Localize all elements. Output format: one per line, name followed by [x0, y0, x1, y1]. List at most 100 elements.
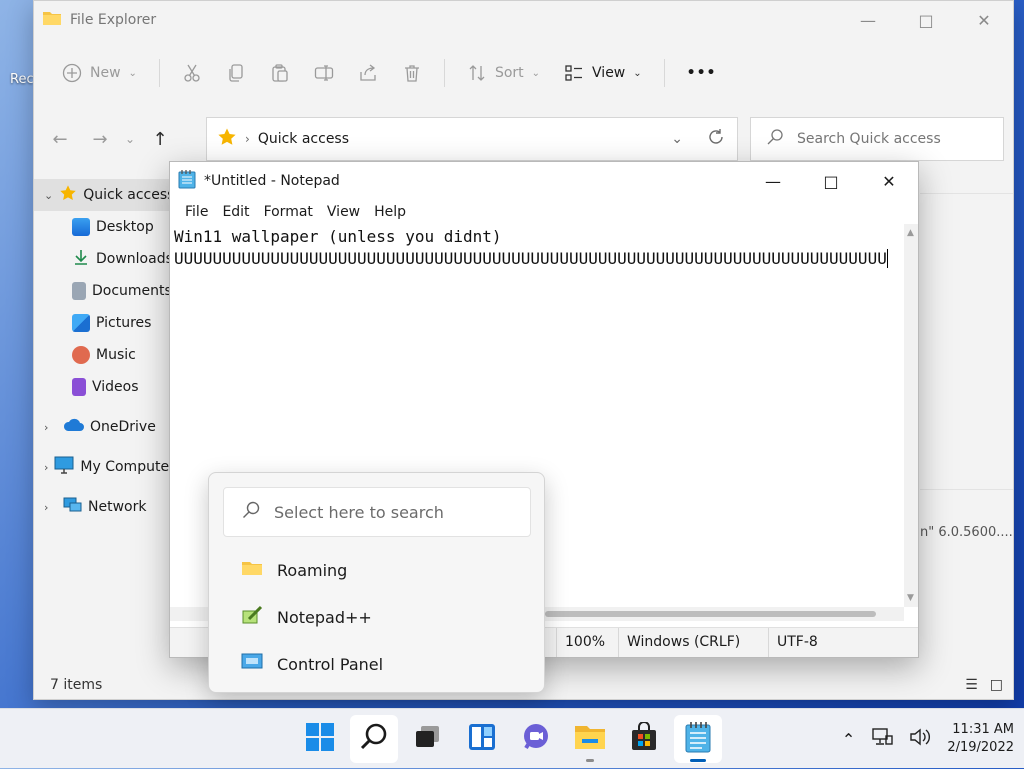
zoom-level: 100% — [556, 628, 618, 657]
new-button[interactable]: New ⌄ — [52, 57, 147, 89]
recent-locations-button[interactable]: ⌄ — [120, 132, 140, 146]
chevron-up-icon[interactable]: ⌃ — [842, 730, 855, 749]
search-quick-access-input[interactable]: Search Quick access — [750, 117, 1004, 161]
search-icon — [242, 501, 260, 523]
details-view-icon[interactable]: ☰ — [965, 677, 978, 693]
copy-button[interactable] — [216, 57, 256, 89]
view-button[interactable]: View ⌄ — [554, 57, 652, 89]
nav-videos[interactable]: Videos — [34, 371, 170, 403]
details-text: n" 6.0.5600.... — [920, 525, 1013, 540]
document-icon — [72, 282, 86, 300]
rename-button[interactable] — [304, 57, 344, 89]
chevron-down-icon[interactable]: ⌄ — [671, 131, 683, 147]
sort-button[interactable]: Sort ⌄ — [457, 57, 550, 89]
trash-icon — [402, 63, 422, 83]
minimize-button[interactable]: — — [839, 1, 897, 39]
task-view-icon — [413, 722, 443, 756]
nav-desktop[interactable]: Desktop — [34, 211, 170, 243]
network-icon — [62, 496, 82, 518]
videos-icon — [72, 378, 86, 396]
desktop-label[interactable]: Rec — [10, 72, 34, 87]
search-icon — [767, 129, 783, 149]
search-button[interactable] — [350, 715, 398, 763]
notepad-taskbar-button[interactable] — [674, 715, 722, 763]
cut-button[interactable] — [172, 57, 212, 89]
volume-icon[interactable] — [909, 727, 931, 751]
notepad-icon — [178, 169, 196, 193]
file-explorer-button[interactable] — [566, 715, 614, 763]
scroll-down-icon[interactable]: ▼ — [907, 593, 914, 603]
maximize-button[interactable]: □ — [802, 162, 860, 200]
maximize-button[interactable]: □ — [897, 1, 955, 39]
store-button[interactable] — [620, 715, 668, 763]
star-icon — [217, 127, 237, 151]
network-status-icon[interactable] — [871, 727, 894, 751]
recent-item-roaming[interactable]: Roaming — [241, 554, 347, 586]
task-view-button[interactable] — [404, 715, 452, 763]
chevron-right-icon[interactable]: › — [44, 461, 48, 474]
taskbar: ⌃ 11:31 AM 2/19/2022 — [0, 708, 1024, 768]
explorer-titlebar[interactable]: File Explorer — □ ✕ — [34, 1, 1013, 39]
scroll-up-icon[interactable]: ▲ — [907, 228, 914, 238]
widgets-button[interactable] — [458, 715, 506, 763]
nav-documents[interactable]: Documents — [34, 275, 172, 307]
refresh-icon[interactable] — [707, 128, 725, 150]
start-button[interactable] — [296, 715, 344, 763]
close-button[interactable]: ✕ — [955, 1, 1013, 39]
chevron-right-icon[interactable]: › — [44, 421, 56, 434]
nav-music[interactable]: Music — [34, 339, 170, 371]
rename-icon — [314, 63, 334, 83]
music-icon — [72, 346, 90, 364]
notepadpp-icon — [241, 605, 263, 629]
menu-help[interactable]: Help — [367, 204, 413, 220]
paste-button[interactable] — [260, 57, 300, 89]
folder-icon — [42, 9, 62, 31]
menu-file[interactable]: File — [178, 204, 215, 220]
download-icon — [72, 248, 90, 270]
copy-icon — [226, 63, 246, 83]
system-tray: ⌃ 11:31 AM 2/19/2022 — [842, 709, 1014, 769]
up-button[interactable]: ↑ — [140, 129, 180, 150]
notepad-icon — [685, 721, 711, 757]
nav-onedrive[interactable]: › OneDrive — [34, 411, 170, 443]
recent-item-notepadpp[interactable]: Notepad++ — [241, 601, 372, 633]
vertical-scrollbar[interactable]: ▲ ▼ — [904, 224, 918, 607]
more-options-button[interactable]: ••• — [677, 59, 727, 87]
share-button[interactable] — [348, 57, 388, 89]
star-icon — [59, 184, 77, 206]
recent-item-control-panel[interactable]: Control Panel — [241, 648, 383, 680]
chat-button[interactable] — [512, 715, 560, 763]
minimize-button[interactable]: — — [744, 162, 802, 200]
close-button[interactable]: ✕ — [860, 162, 918, 200]
navigation-pane: ⌄ Quick access Desktop Downloads Documen… — [34, 179, 175, 523]
horizontal-scroll-thumb[interactable] — [545, 611, 876, 617]
back-button[interactable]: ← — [40, 129, 80, 150]
tiles-view-icon[interactable]: □ — [990, 677, 1003, 693]
nav-quick-access[interactable]: ⌄ Quick access — [34, 179, 174, 211]
chevron-right-icon[interactable]: › — [44, 501, 56, 514]
menu-bar: File Edit Format View Help — [170, 200, 918, 224]
notepad-titlebar[interactable]: *Untitled - Notepad — □ ✕ — [170, 162, 918, 200]
clipboard-icon — [270, 63, 290, 83]
menu-view[interactable]: View — [320, 204, 367, 220]
forward-button[interactable]: → — [80, 129, 120, 150]
view-list-icon — [564, 63, 584, 83]
chat-icon — [521, 722, 551, 756]
address-bar-row: ← → ⌄ ↑ › Quick access ⌄ Search Quick ac… — [34, 117, 1013, 161]
nav-downloads[interactable]: Downloads — [34, 243, 173, 275]
nav-network[interactable]: › Network — [34, 491, 170, 523]
nav-pictures[interactable]: Pictures — [34, 307, 170, 339]
address-bar[interactable]: › Quick access ⌄ — [206, 117, 738, 161]
flyout-search-input[interactable]: Select here to search — [223, 487, 531, 537]
menu-edit[interactable]: Edit — [215, 204, 256, 220]
clock-time: 11:31 AM — [952, 722, 1014, 737]
file-explorer-icon — [574, 723, 606, 755]
chevron-down-icon[interactable]: ⌄ — [44, 189, 53, 202]
nav-my-computer[interactable]: › My Computer — [34, 451, 175, 483]
clock[interactable]: 11:31 AM 2/19/2022 — [947, 721, 1014, 757]
menu-format[interactable]: Format — [257, 204, 320, 220]
widgets-icon — [467, 722, 497, 756]
address-path: Quick access — [257, 131, 350, 147]
control-panel-icon — [241, 653, 263, 675]
delete-button[interactable] — [392, 57, 432, 89]
